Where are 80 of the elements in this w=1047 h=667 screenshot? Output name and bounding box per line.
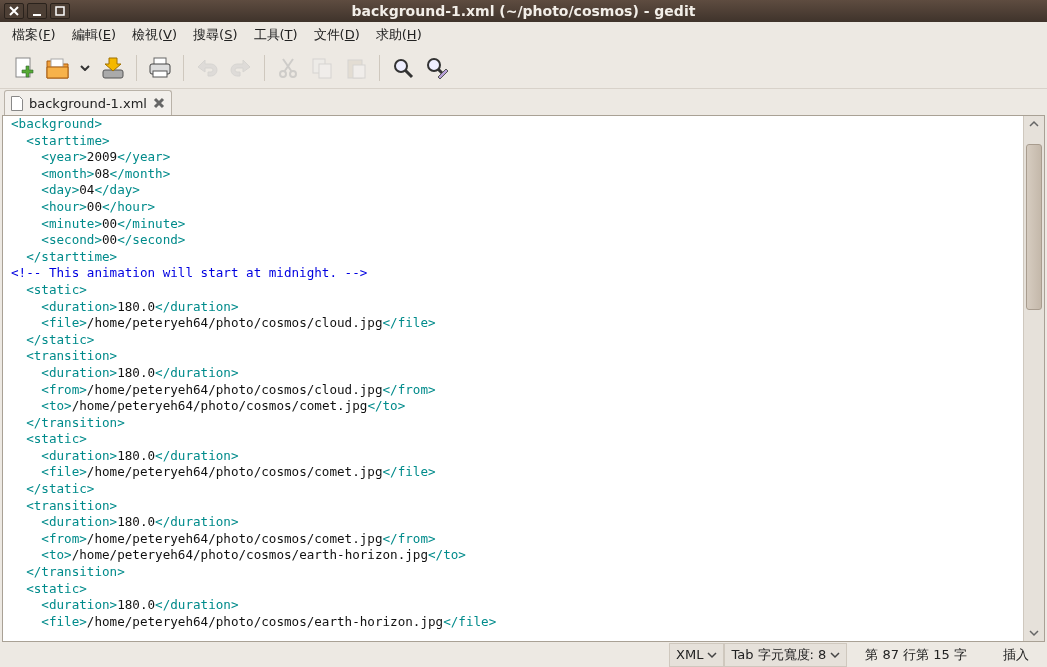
xml-value: 00	[102, 215, 118, 233]
xml-tag: </static>	[11, 331, 95, 349]
xml-comment: <!-- This animation will start at midnight. -->	[11, 265, 368, 282]
xml-value: 04	[79, 182, 95, 199]
menu-item[interactable]: 搜尋(S)	[185, 26, 246, 44]
menu-item[interactable]: 文件(D)	[305, 26, 368, 44]
xml-tag: <static>	[11, 580, 87, 598]
xml-tag: </duration>	[155, 298, 239, 316]
xml-tag: <duration>	[11, 514, 118, 531]
xml-value: 180.0	[117, 364, 156, 382]
menu-item[interactable]: 編輯(E)	[63, 26, 124, 44]
xml-value: 180.0	[117, 597, 156, 614]
xml-tag: </static>	[11, 481, 95, 498]
window-title: background-1.xml (~/photo/cosmos) - gedit	[350, 3, 697, 19]
xml-value: 08	[94, 165, 110, 183]
xml-tag: </year>	[117, 149, 171, 166]
xml-value: 2009	[86, 149, 118, 166]
xml-tag: <duration>	[11, 364, 118, 382]
menu-item[interactable]: 檢視(V)	[124, 26, 186, 44]
xml-tag: </transition>	[11, 414, 125, 432]
xml-value: 180.0	[117, 298, 156, 316]
xml-tag: <year>	[11, 149, 87, 166]
xml-tag: <static>	[11, 431, 87, 448]
xml-tag: <file>	[11, 464, 87, 482]
insert-mode: 插入	[1002, 645, 1030, 664]
xml-tag: <background>	[11, 116, 102, 133]
xml-value: /home/peteryeh64/photo/cosmos/comet.jpg	[86, 530, 383, 548]
xml-tag: </minute>	[117, 215, 186, 233]
xml-tag: </to>	[367, 398, 406, 415]
xml-value: 00	[102, 232, 118, 249]
xml-tag: </to>	[428, 547, 466, 565]
xml-tag: <month>	[11, 165, 95, 183]
xml-tag: </hour>	[102, 198, 156, 216]
xml-value: /home/peteryeh64/photo/cosmos/cloud.jpg	[86, 381, 383, 399]
xml-tag: <from>	[11, 381, 87, 399]
xml-tag: <file>	[11, 613, 87, 631]
xml-tag: </file>	[443, 613, 497, 631]
xml-tag: <second>	[11, 232, 102, 249]
xml-tag: <to>	[11, 547, 72, 565]
xml-tag: </duration>	[155, 514, 239, 531]
menu-item[interactable]: 求助(H)	[367, 26, 430, 44]
xml-tag: <to>	[11, 398, 72, 415]
xml-value: /home/peteryeh64/photo/cosmos/comet.jpg	[86, 464, 383, 482]
language-dropdown[interactable]: XML	[669, 642, 725, 667]
xml-tag: </month>	[109, 165, 171, 183]
xml-tag: </second>	[117, 232, 186, 249]
xml-tag: <transition>	[11, 497, 118, 515]
xml-tag: </file>	[382, 315, 436, 332]
xml-tag: </file>	[382, 464, 436, 482]
xml-tag: </transition>	[11, 564, 125, 581]
xml-value: /home/peteryeh64/photo/cosmos/earth-horizon.jpg	[86, 613, 444, 631]
xml-tag: </duration>	[155, 447, 239, 465]
xml-value: /home/peteryeh64/photo/cosmos/cloud.jpg	[86, 315, 383, 332]
xml-tag: <duration>	[11, 447, 118, 465]
xml-tag: </duration>	[155, 364, 239, 382]
xml-value: /home/peteryeh64/photo/cosmos/comet.jpg	[71, 398, 368, 415]
menu-item[interactable]: 工具(T)	[245, 26, 306, 44]
xml-tag: <from>	[11, 530, 87, 548]
xml-tag: <minute>	[11, 215, 102, 233]
xml-tag: </from>	[382, 530, 436, 548]
xml-value: 180.0	[117, 514, 156, 531]
document-tab[interactable]: background-1.xml	[4, 90, 172, 115]
xml-tag: <static>	[11, 281, 87, 299]
xml-value: /home/peteryeh64/photo/cosmos/earth-horizon.jpg	[71, 547, 429, 565]
xml-tag: </from>	[382, 381, 436, 399]
xml-tag: <duration>	[11, 298, 118, 316]
xml-tag: </duration>	[155, 597, 239, 614]
xml-tag: <day>	[11, 182, 80, 199]
xml-tag: <duration>	[11, 597, 118, 614]
xml-tag: </starttime>	[11, 248, 118, 266]
xml-tag: </day>	[94, 182, 140, 199]
menu-item[interactable]: 檔案(F)	[4, 26, 64, 44]
xml-tag: <starttime>	[11, 132, 110, 150]
cursor-position: 第 87 行第 15 字	[864, 645, 968, 664]
xml-tag: <transition>	[11, 348, 118, 365]
xml-tag: <hour>	[11, 198, 87, 216]
xml-tag: <file>	[11, 315, 87, 332]
tab-width-dropdown[interactable]: Tab 字元寬度: 8	[724, 642, 848, 667]
xml-value: 180.0	[117, 447, 156, 465]
xml-value: 00	[86, 198, 102, 216]
